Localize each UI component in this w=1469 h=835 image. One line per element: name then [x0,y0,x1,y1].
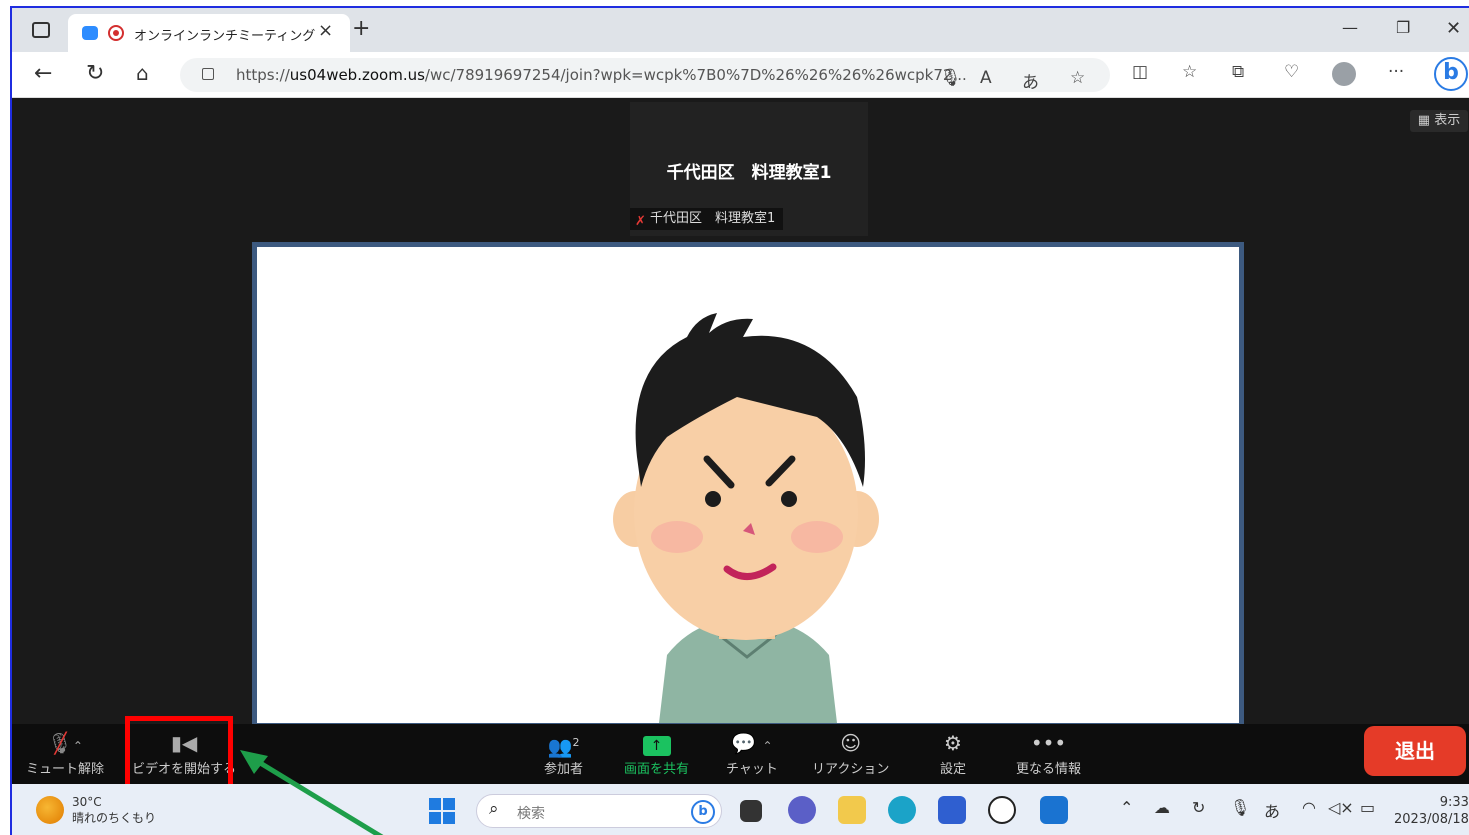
security-icon[interactable]: ☁ [1154,798,1170,817]
url-field[interactable]: https://us04web.zoom.us/wc/78919697254/j… [180,58,1110,93]
tab-title: オンラインランチミーティング [134,29,316,44]
taskbar-search[interactable]: ⌕ 検索 b [476,794,722,828]
muted-mic-icon: ✗ [635,214,646,229]
clock[interactable]: 9:33 2023/08/18 [1394,794,1469,828]
chat-label: チャット [726,762,778,777]
home-icon[interactable]: ⌂ [136,61,149,85]
taskbar: 30°C 晴れのちくもり ⌕ 検索 b ⌃ ☁ ↻ 🎙 あ ◠ ◁× ▭ 9:3… [12,784,1469,835]
restore-icon[interactable]: ❐ [1396,18,1410,37]
share-screen-icon: ↑ [624,730,689,756]
settings-button[interactable]: ⚙ 設定 [940,730,966,777]
meeting-area: 千代田区 料理教室1 ✗ 千代田区 料理教室1 ▦ 表示 [12,98,1469,728]
favorite-star-icon[interactable]: ☆ [1070,68,1085,88]
address-bar: ← ↻ ⌂ https://us04web.zoom.us/wc/7891969… [12,52,1469,98]
edge-icon[interactable] [888,796,916,824]
recording-icon [108,25,124,41]
settings-label: 設定 [940,762,967,777]
share-screen-label: 画面を共有 [624,762,690,777]
weather-desc: 晴れのちくもり [72,811,157,825]
favorites-icon[interactable]: ☆ [1182,62,1197,82]
more-button[interactable]: ••• 更なる情報 [1016,730,1081,777]
search-icon: ⌕ [489,799,499,819]
task-view-icon[interactable] [740,800,762,822]
reaction-label: リアクション [812,762,890,777]
more-label: 更なる情報 [1016,762,1082,777]
tab-bar: オンラインランチミーティング × + — ❐ ✕ [12,8,1469,52]
bing-icon[interactable]: b [1434,57,1468,91]
annotation-arrow-icon [240,750,384,835]
teams-chat-icon[interactable] [788,796,816,824]
participant-tag: ✗ 千代田区 料理教室1 [630,208,784,230]
browser-window: オンラインランチミーティング × + — ❐ ✕ ← ↻ ⌂ https://u… [10,6,1469,835]
muted-mic-icon: 🎙╱ ⌃ [47,731,83,755]
tray-overflow-icon[interactable]: ⌃ [1120,798,1133,817]
clock-date: 2023/08/18 [1394,812,1469,827]
gear-icon: ⚙ [944,731,962,755]
back-icon[interactable]: ← [34,61,52,86]
mic-tray-icon[interactable]: 🎙 [1230,798,1250,817]
participants-icon: 👥2 [547,734,580,759]
shared-screen [252,242,1244,728]
participants-label: 参加者 [544,762,584,777]
tab-close-icon[interactable]: × [318,20,333,41]
minimize-icon[interactable]: — [1342,18,1358,37]
reload-icon[interactable]: ↻ [86,61,104,86]
read-aloud-icon[interactable]: A [980,68,992,88]
tab-meeting[interactable]: オンラインランチミーティング × [68,14,350,52]
unmute-label: ミュート解除 [26,762,105,777]
participant-name: 千代田区 料理教室1 [666,163,832,183]
start-icon[interactable] [429,798,455,824]
zoom-icon [82,26,98,40]
search-placeholder: 検索 [517,806,545,822]
site-info-icon[interactable] [202,68,214,80]
reaction-icon: ☺ [840,731,862,755]
file-explorer-icon[interactable] [838,796,866,824]
wifi-icon[interactable]: ◠ [1302,798,1316,817]
battery-icon[interactable]: ▭ [1360,798,1375,817]
store-icon[interactable] [938,796,966,824]
chat-icon: 💬 ⌃ [731,731,773,755]
reaction-button[interactable]: ☺ リアクション [812,730,889,777]
url-text: https://us04web.zoom.us/wc/78919697254/j… [236,66,967,84]
translate-icon[interactable]: あ [1022,68,1039,93]
unmute-button[interactable]: 🎙╱ ⌃ ミュート解除 [26,730,104,777]
bing-search-icon[interactable]: b [691,800,715,824]
chat-button[interactable]: 💬 ⌃ チャット [726,730,778,777]
profile-avatar[interactable] [1332,62,1356,86]
microphone-icon[interactable]: 🎙 [940,68,962,88]
weather-icon[interactable] [36,796,64,824]
split-screen-icon[interactable]: ◫ [1132,62,1148,82]
browser-essentials-icon[interactable]: ♡ [1284,62,1299,82]
participants-button[interactable]: 👥2 参加者 [544,730,583,777]
close-window-icon[interactable]: ✕ [1446,18,1461,39]
sync-icon[interactable]: ↻ [1192,798,1205,817]
participant-tag-label: 千代田区 料理教室1 [650,211,776,226]
view-button[interactable]: ▦ 表示 [1410,110,1468,132]
ime-indicator[interactable]: あ [1264,798,1280,822]
more-icon: ••• [1030,731,1067,755]
meeting-toolbar: 🎙╱ ⌃ ミュート解除 ▮◀ ビデオを開始する 👥2 参加者 ↑ 画面を共有 💬… [12,716,1469,798]
collections-icon[interactable]: ⧉ [1232,62,1244,82]
avatar-illustration [613,313,879,723]
more-menu-icon[interactable]: ··· [1388,62,1404,82]
weather-widget[interactable]: 30°C 晴れのちくもり [72,794,156,826]
new-tab-icon[interactable]: + [352,16,370,41]
mail-icon[interactable] [1040,796,1068,824]
clock-time: 9:33 [1439,795,1469,810]
share-screen-button[interactable]: ↑ 画面を共有 [624,730,689,777]
leave-button[interactable]: 退出 [1364,726,1466,776]
weather-temp: 30°C [72,795,102,809]
dell-icon[interactable] [988,796,1016,824]
tab-actions-icon[interactable] [32,22,50,38]
speaker-muted-icon[interactable]: ◁× [1328,798,1354,817]
